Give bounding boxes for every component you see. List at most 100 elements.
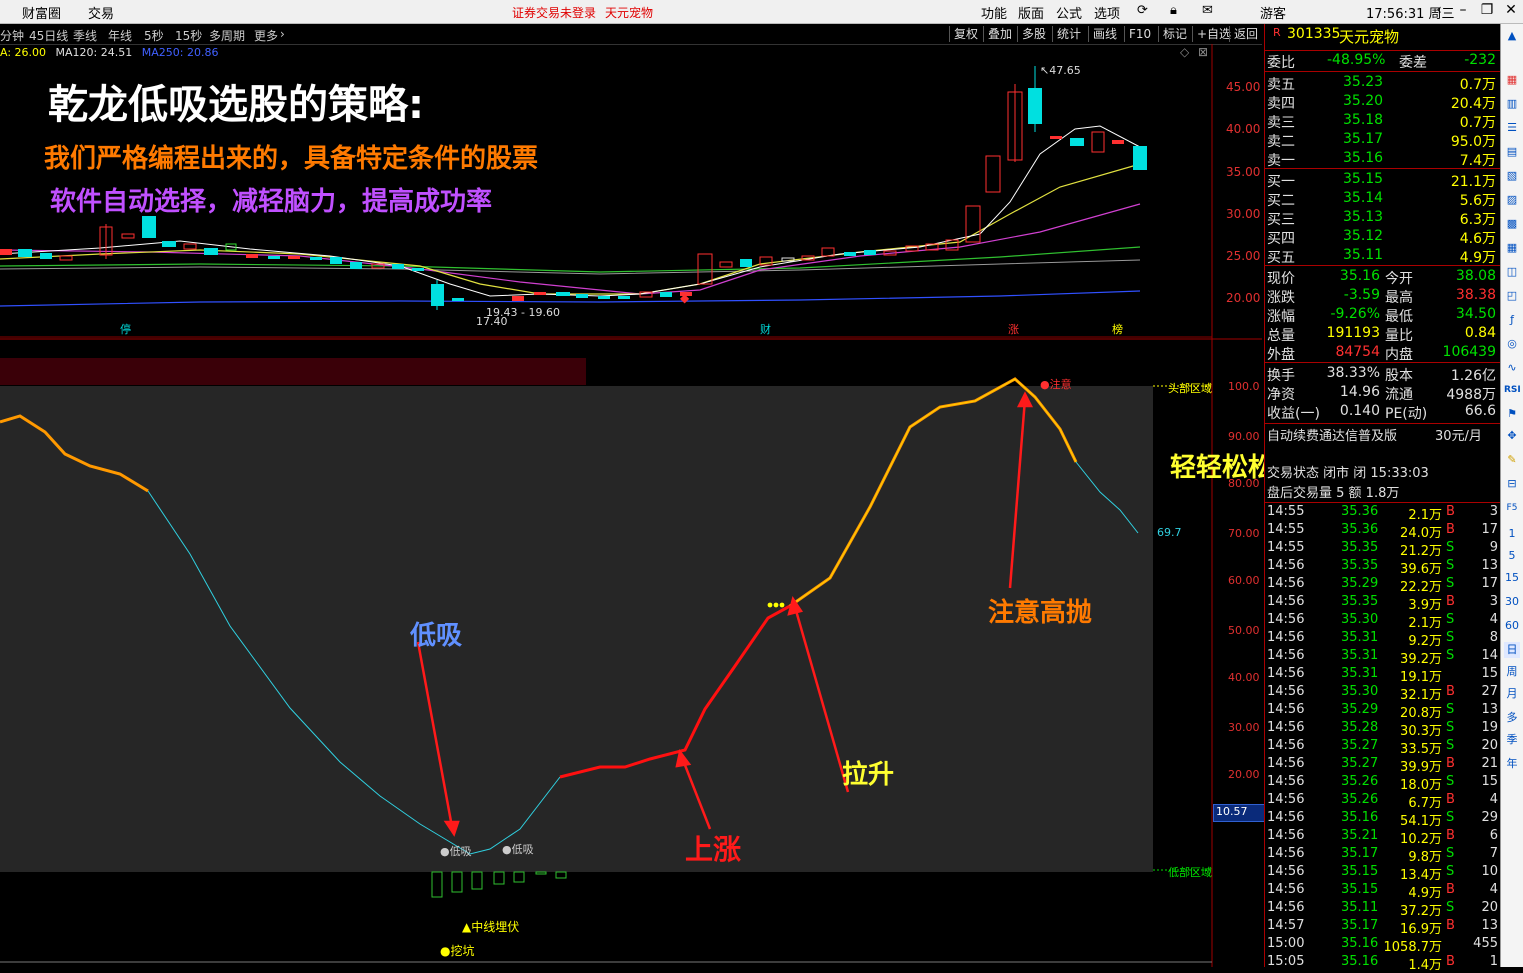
menu-gongneng[interactable]: 功能: [981, 3, 1007, 22]
stock-code[interactable]: 301335: [1287, 26, 1340, 42]
tick-row: 14:56 35.27 33.5万 S 20: [1265, 738, 1500, 757]
wave-icon[interactable]: ∿: [1504, 360, 1520, 376]
period-45d[interactable]: 45日线: [29, 27, 68, 44]
chevron-right-icon[interactable]: ›: [280, 27, 285, 41]
ask-row[interactable]: 卖三 35.18 0.7万: [1265, 111, 1500, 131]
period-day-icon[interactable]: 日: [1504, 642, 1520, 658]
period-multi-icon[interactable]: 多: [1504, 710, 1520, 726]
period-5-icon[interactable]: 5: [1504, 548, 1520, 564]
minimize-icon[interactable]: –: [1452, 2, 1474, 20]
period-15s[interactable]: 15秒: [175, 27, 202, 44]
period-quarter[interactable]: 季线: [73, 27, 97, 44]
period-60-icon[interactable]: 60: [1504, 618, 1520, 634]
period-year-icon[interactable]: 年: [1504, 756, 1520, 772]
stat2-row[interactable]: 净资 14.96 流通 4988万: [1265, 383, 1500, 403]
stat-row[interactable]: 现价 35.16 今开 38.08: [1265, 267, 1500, 287]
flag-icon[interactable]: ⚑: [1504, 406, 1520, 422]
menu-jiaoyi[interactable]: 交易: [88, 3, 114, 22]
ask-row[interactable]: 卖五 35.23 0.7万: [1265, 73, 1500, 93]
menu-caifuquan[interactable]: 财富圈: [22, 3, 61, 22]
move-icon[interactable]: ✥: [1504, 428, 1520, 444]
tick-count: 19: [1481, 720, 1498, 735]
btn-diejia[interactable]: 叠加: [983, 26, 1016, 42]
bar-icon[interactable]: ▥: [1504, 96, 1520, 112]
grid-icon[interactable]: ▤: [1504, 144, 1520, 160]
stat-row[interactable]: 涨幅 -9.26% 最低 34.50: [1265, 305, 1500, 325]
info-icon[interactable]: ▨: [1504, 192, 1520, 208]
period-5s[interactable]: 5秒: [144, 27, 164, 44]
btn-huaxian[interactable]: 画线: [1088, 26, 1121, 42]
btn-f10[interactable]: F10: [1124, 26, 1155, 42]
period-15-icon[interactable]: 15: [1504, 570, 1520, 586]
chart-icon[interactable]: ▦: [1504, 72, 1520, 88]
bid-row[interactable]: 买一 35.15 21.1万: [1265, 170, 1500, 190]
btn-tongji[interactable]: 统计: [1052, 26, 1085, 42]
stock-title-link[interactable]: 天元宠物: [605, 4, 653, 21]
stat-row[interactable]: 涨跌 -3.59 最高 38.38: [1265, 286, 1500, 306]
menu-gongshi[interactable]: 公式: [1056, 3, 1082, 22]
btn-biaoji[interactable]: 标记: [1158, 26, 1191, 42]
quote-panel: R 301335 天元宠物 委比 -48.95% 委差 -232 卖五 35.23…: [1264, 24, 1500, 973]
bid-row[interactable]: 买五 35.11 4.9万: [1265, 246, 1500, 266]
period-multi[interactable]: 多周期: [209, 27, 245, 44]
target-icon[interactable]: ◎: [1504, 336, 1520, 352]
fz-icon[interactable]: ◰: [1504, 288, 1520, 304]
period-month-icon[interactable]: 月: [1504, 686, 1520, 702]
stock-name[interactable]: 天元宠物: [1339, 26, 1399, 47]
menu-banmian[interactable]: 版面: [1018, 3, 1044, 22]
period-30-icon[interactable]: 30: [1504, 594, 1520, 610]
ruler-icon[interactable]: ⊟: [1504, 476, 1520, 492]
user-label[interactable]: 游客: [1260, 3, 1286, 22]
lock-icon[interactable]: 🔒︎: [1170, 3, 1177, 18]
tick-time: 14:56: [1267, 648, 1305, 663]
back-icon[interactable]: ‹: [1428, 2, 1450, 20]
ask-row[interactable]: 卖二 35.17 95.0万: [1265, 130, 1500, 150]
period-year[interactable]: 年线: [108, 27, 132, 44]
tick-volume: 18.0万: [1400, 778, 1442, 793]
tick-count: 6: [1489, 828, 1498, 843]
tick-volume: 3.9万: [1408, 598, 1442, 613]
refresh-icon[interactable]: ⟳: [1137, 3, 1148, 18]
label-gaopao: 注意高抛: [988, 598, 1093, 628]
stat-row[interactable]: 总量 191193 量比 0.84: [1265, 324, 1500, 344]
tick-row: 14:56 35.28 30.3万 S 19: [1265, 720, 1500, 739]
scroll-up-icon[interactable]: ▲: [1504, 28, 1520, 44]
tick-row: 14:56 35.15 13.4万 S 10: [1265, 864, 1500, 883]
f5-icon[interactable]: F5: [1504, 500, 1520, 516]
stat-label: 总量: [1267, 328, 1295, 344]
stat-value: -9.26%: [1330, 306, 1380, 322]
bid-row[interactable]: 买四 35.12 4.6万: [1265, 227, 1500, 247]
ask-row[interactable]: 卖一 35.16 7.4万: [1265, 149, 1500, 169]
stat2-row[interactable]: 换手 38.33% 股本 1.26亿: [1265, 364, 1500, 384]
doc-icon[interactable]: ▧: [1504, 168, 1520, 184]
period-min[interactable]: 分钟: [0, 27, 24, 44]
tick-count: 3: [1489, 504, 1498, 519]
ask-row[interactable]: 卖四 35.20 20.4万: [1265, 92, 1500, 112]
stat2-row[interactable]: 收益(一) 0.140 PE(动) 66.6: [1265, 402, 1500, 422]
tick-price: 35.30: [1341, 684, 1379, 699]
bid-row[interactable]: 买二 35.14 5.6万: [1265, 189, 1500, 209]
panel-icon[interactable]: ◫: [1504, 264, 1520, 280]
file-icon[interactable]: ▩: [1504, 216, 1520, 232]
period-more[interactable]: 更多: [254, 27, 278, 44]
close-icon[interactable]: ✕: [1500, 2, 1522, 20]
pencil-icon[interactable]: ✎: [1504, 452, 1520, 468]
fx-icon[interactable]: ƒ: [1504, 312, 1520, 328]
list-icon[interactable]: ☰: [1504, 120, 1520, 136]
restore-icon[interactable]: ❐: [1476, 2, 1498, 20]
rsi-icon[interactable]: RSI: [1504, 382, 1521, 398]
period-quarter-icon[interactable]: 季: [1504, 732, 1520, 748]
period-week-icon[interactable]: 周: [1504, 664, 1520, 680]
btn-fuquan[interactable]: 复权: [949, 26, 982, 42]
stat-value: 106439: [1442, 344, 1496, 360]
btn-duogu[interactable]: 多股: [1017, 26, 1050, 42]
bid-row[interactable]: 买三 35.13 6.3万: [1265, 208, 1500, 228]
bid-price: 35.11: [1343, 247, 1384, 263]
period-1-icon[interactable]: 1: [1504, 526, 1520, 542]
stat-row[interactable]: 外盘 84754 内盘 106439: [1265, 343, 1500, 363]
mail-icon[interactable]: ✉: [1202, 3, 1213, 18]
table-icon[interactable]: ▦: [1504, 240, 1520, 256]
menu-xuanxiang[interactable]: 选项: [1094, 3, 1120, 22]
btn-fanhui[interactable]: 返回: [1229, 26, 1262, 42]
login-notice[interactable]: 证券交易未登录: [512, 4, 596, 21]
